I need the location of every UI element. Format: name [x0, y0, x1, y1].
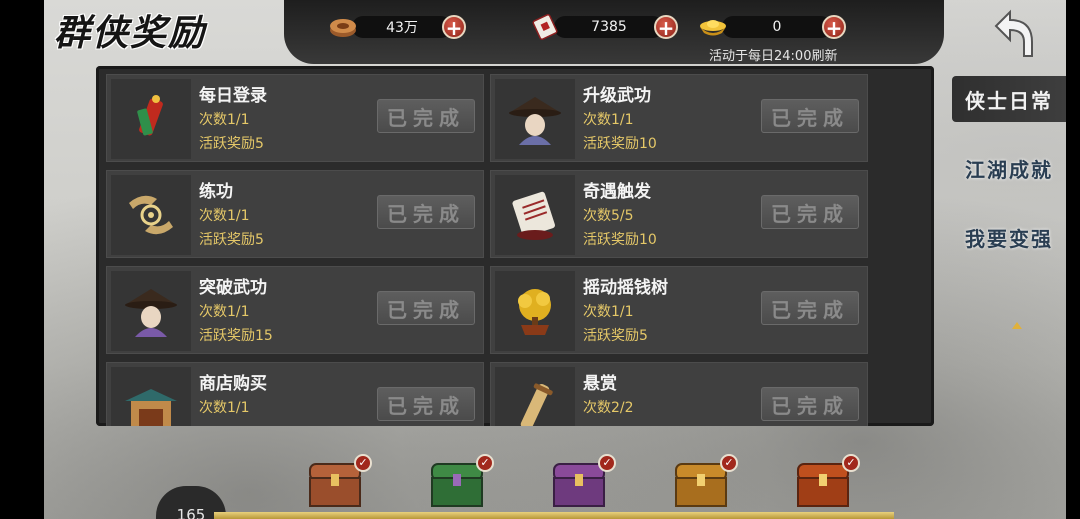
task-count: 次数2/2 [583, 400, 634, 416]
claimed-check-icon: ✓ [720, 454, 738, 472]
task-panel: 每日登录 次数1/1 活跃奖励5 已完成 升级武功 次数1/1 活跃奖励10 已… [96, 66, 934, 426]
currency-gold: 0 + [698, 15, 846, 39]
task-name: 悬赏 [583, 374, 617, 394]
task-reward: 活跃奖励10 [583, 136, 657, 152]
currency-tickets: 7385 + [530, 14, 678, 40]
reward-chest-1[interactable]: ✓ [306, 454, 372, 510]
task-reward: 活跃奖励5 [199, 136, 264, 152]
reward-chests: ✓ ✓ ✓ ✓ ✓ [294, 454, 874, 518]
completed-button[interactable]: 已完成 [377, 387, 475, 421]
tickets-value: 7385 [554, 16, 664, 38]
letter-scroll-icon [495, 175, 575, 255]
task-name: 突破武功 [199, 278, 267, 298]
task-name: 摇动摇钱树 [583, 278, 668, 298]
refresh-note: 活动于每日24:00刷新 [709, 49, 838, 64]
reward-chest-4[interactable]: ✓ [672, 454, 738, 510]
task-reward: 活跃奖励5 [583, 328, 648, 344]
bounty-scroll-icon [495, 367, 575, 426]
task-reward: 活跃奖励15 [199, 328, 273, 344]
add-coins-button[interactable]: + [442, 15, 466, 39]
add-gold-button[interactable]: + [822, 15, 846, 39]
back-arrow-icon [994, 9, 1033, 57]
task-card: 突破武功 次数1/1 活跃奖励15 已完成 [106, 266, 484, 354]
straw-hat-hero-icon [111, 271, 191, 351]
claimed-check-icon: ✓ [598, 454, 616, 472]
completed-button[interactable]: 已完成 [377, 195, 475, 229]
task-name: 奇遇触发 [583, 182, 651, 202]
side-tabs: 侠士日常 江湖成就 我要变强 [952, 76, 1066, 329]
task-card: 摇动摇钱树 次数1/1 活跃奖励5 已完成 [490, 266, 868, 354]
completed-button[interactable]: 已完成 [761, 387, 859, 421]
left-letterbox [0, 0, 44, 519]
claimed-check-icon: ✓ [354, 454, 372, 472]
gold-value: 0 [722, 16, 832, 38]
task-name: 商店购买 [199, 374, 267, 394]
task-count: 次数5/5 [583, 208, 634, 224]
add-tickets-button[interactable]: + [654, 15, 678, 39]
scroll-ticket-icon [530, 14, 560, 40]
money-tree-icon [495, 271, 575, 351]
task-name: 升级武功 [583, 86, 651, 106]
task-card: 每日登录 次数1/1 活跃奖励5 已完成 [106, 74, 484, 162]
palm-qi-icon [111, 175, 191, 255]
reward-screen: 群侠奖励 43万 + 7385 + 0 + 活动于每日24:00刷新 每日登录 … [44, 0, 1066, 519]
task-name: 练功 [199, 182, 233, 202]
tab-achievements[interactable]: 江湖成就 [952, 145, 1066, 191]
task-card: 练功 次数1/1 活跃奖励5 已完成 [106, 170, 484, 258]
task-card: 升级武功 次数1/1 活跃奖励10 已完成 [490, 74, 868, 162]
shop-building-icon [111, 367, 191, 426]
completed-button[interactable]: 已完成 [761, 99, 859, 133]
reward-chest-3[interactable]: ✓ [550, 454, 616, 510]
claimed-check-icon: ✓ [842, 454, 860, 472]
completed-button[interactable]: 已完成 [377, 99, 475, 133]
task-card: 商店购买 次数1/1 已完成 [106, 362, 484, 426]
claimed-check-icon: ✓ [476, 454, 494, 472]
straw-hat-hero-icon [495, 79, 575, 159]
task-count: 次数1/1 [199, 400, 250, 416]
task-count: 次数1/1 [199, 112, 250, 128]
task-card: 奇遇触发 次数5/5 活跃奖励10 已完成 [490, 170, 868, 258]
task-count: 次数1/1 [199, 208, 250, 224]
task-count: 次数1/1 [583, 112, 634, 128]
back-button[interactable] [990, 8, 1038, 60]
task-count: 次数1/1 [583, 304, 634, 320]
completed-button[interactable]: 已完成 [377, 291, 475, 325]
tab-get-stronger[interactable]: 我要变强 [952, 214, 1066, 260]
task-name: 每日登录 [199, 86, 267, 106]
task-count: 次数1/1 [199, 304, 250, 320]
page-title: 群侠奖励 [54, 12, 207, 54]
gold-ingot-icon [698, 14, 728, 40]
right-letterbox [1066, 0, 1080, 519]
tab-daily[interactable]: 侠士日常 [952, 76, 1066, 122]
completed-button[interactable]: 已完成 [761, 195, 859, 229]
reward-chest-5[interactable]: ✓ [794, 454, 860, 510]
currency-coins: 43万 + [328, 15, 466, 39]
completed-button[interactable]: 已完成 [761, 291, 859, 325]
task-card: 悬赏 次数2/2 已完成 [490, 362, 868, 426]
firecracker-icon [111, 79, 191, 159]
task-reward: 活跃奖励10 [583, 232, 657, 248]
task-reward: 活跃奖励5 [199, 232, 264, 248]
coins-value: 43万 [352, 16, 452, 38]
reward-chest-2[interactable]: ✓ [428, 454, 494, 510]
currency-bar: 43万 + 7385 + 0 + 活动于每日24:00刷新 [284, 0, 944, 64]
caret-up-icon [1012, 322, 1022, 329]
coin-stack-icon [328, 14, 358, 40]
